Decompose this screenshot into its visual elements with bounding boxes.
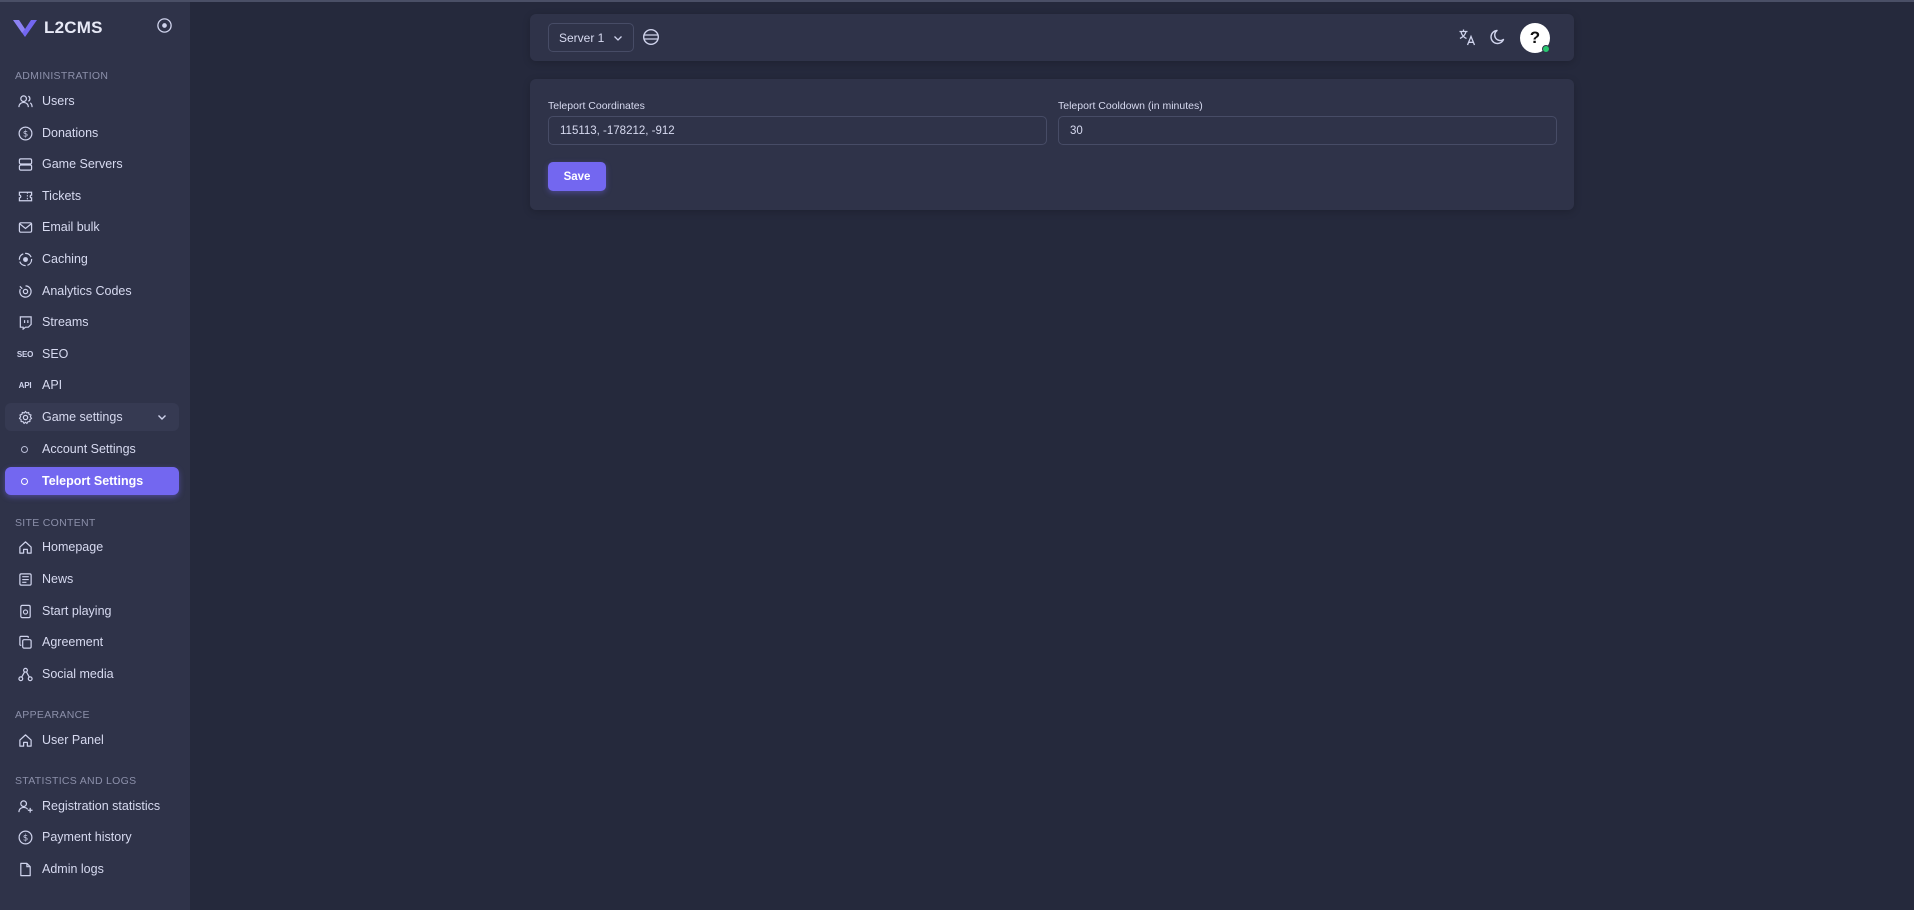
sidebar-item-seo[interactable]: SEO SEO: [5, 340, 179, 368]
gear-icon: [17, 409, 33, 425]
sidebar-item-email-bulk[interactable]: Email bulk: [5, 213, 179, 241]
teleport-settings-card: Teleport Coordinates Teleport Cooldown (…: [530, 79, 1574, 210]
window-top-border: [0, 0, 1914, 2]
server-select-value: Server 1: [559, 30, 605, 45]
sidebar-item-label: API: [42, 378, 63, 392]
section-statistics-logs: STATISTICS AND LOGS: [15, 775, 137, 787]
home-icon: [17, 539, 33, 555]
sidebar-item-label: Agreement: [42, 635, 104, 649]
sidebar-group-game-settings[interactable]: Game settings: [5, 403, 179, 431]
chevron-down-icon: [158, 415, 166, 420]
coordinates-input[interactable]: [548, 116, 1047, 145]
news-icon: [17, 571, 33, 587]
sidebar-item-streams[interactable]: Streams: [5, 308, 179, 336]
sidebar-item-caching[interactable]: Caching: [5, 245, 179, 273]
sidebar-item-label: Tickets: [42, 189, 82, 203]
caching-icon: [17, 251, 33, 267]
sidebar-item-account-settings[interactable]: Account Settings: [5, 435, 179, 463]
sidebar-item-label: Teleport Settings: [42, 474, 144, 488]
sidebar-toggle-icon[interactable]: [156, 17, 173, 34]
dollar-icon: $: [17, 829, 33, 845]
sidebar-item-start-playing[interactable]: Start playing: [5, 597, 179, 625]
globe-icon[interactable]: [642, 28, 660, 46]
sidebar-item-label: Homepage: [42, 540, 104, 554]
avatar-glyph: ?: [1529, 28, 1541, 47]
sidebar-item-label: User Panel: [42, 733, 104, 747]
sidebar-item-label: Donations: [42, 126, 99, 140]
sidebar-item-label: Users: [42, 94, 75, 108]
sidebar-item-label: Payment history: [42, 830, 132, 844]
sidebar-item-label: Streams: [42, 315, 89, 329]
cooldown-label: Teleport Cooldown (in minutes): [1058, 100, 1203, 112]
sidebar-item-label: Game Servers: [42, 157, 123, 171]
sidebar-item-label: Caching: [42, 252, 88, 266]
coordinates-label: Teleport Coordinates: [548, 100, 645, 112]
sidebar-item-registration-statistics[interactable]: Registration statistics: [5, 792, 179, 820]
section-site-content: SITE CONTENT: [15, 517, 96, 529]
sidebar-item-news[interactable]: News: [5, 565, 179, 593]
sidebar-item-homepage[interactable]: Homepage: [5, 533, 179, 561]
moon-icon[interactable]: [1490, 28, 1508, 46]
mail-icon: [17, 219, 33, 235]
sidebar-item-label: Registration statistics: [42, 799, 161, 813]
api-text-icon: API: [18, 380, 32, 390]
sidebar-item-social-media[interactable]: Social media: [5, 660, 179, 688]
brand[interactable]: L2CMS: [12, 16, 103, 40]
section-administration: ADMINISTRATION: [15, 70, 109, 82]
save-button[interactable]: Save: [548, 162, 606, 191]
sidebar-item-teleport-settings[interactable]: Teleport Settings: [5, 467, 179, 495]
user-avatar[interactable]: ?: [1520, 23, 1550, 53]
user-plus-icon: [17, 798, 33, 814]
brand-name: L2CMS: [44, 18, 103, 37]
circle-bullet-icon: [21, 477, 28, 485]
file-icon: [17, 861, 33, 877]
analytics-icon: [17, 283, 33, 299]
home-icon: [17, 732, 33, 748]
sidebar-item-label: Admin logs: [42, 862, 104, 876]
sidebar-item-label: Account Settings: [42, 442, 136, 456]
sidebar-item-agreement[interactable]: Agreement: [5, 628, 179, 656]
seo-text-icon: SEO: [16, 349, 34, 359]
online-status-indicator: [1542, 45, 1550, 53]
sidebar-item-users[interactable]: Users: [5, 87, 179, 115]
ticket-icon: [17, 188, 33, 204]
twitch-icon: [17, 314, 33, 330]
sidebar-item-api[interactable]: API API: [5, 371, 179, 399]
sidebar-item-label: Analytics Codes: [42, 284, 132, 298]
server-icon: [17, 156, 33, 172]
server-select[interactable]: Server 1: [548, 23, 634, 52]
sidebar: L2CMS ADMINISTRATION Users $ Donations G…: [0, 2, 190, 910]
cooldown-input[interactable]: [1058, 116, 1557, 145]
sidebar-item-payment-history[interactable]: $ Payment history: [5, 823, 179, 851]
download-icon: [17, 603, 33, 619]
share-icon: [17, 666, 33, 682]
copy-icon: [17, 634, 33, 650]
sidebar-item-admin-logs[interactable]: Admin logs: [5, 855, 179, 883]
sidebar-item-tickets[interactable]: Tickets: [5, 182, 179, 210]
section-appearance: APPEARANCE: [15, 709, 90, 721]
sidebar-item-donations[interactable]: $ Donations: [5, 119, 179, 147]
dollar-icon: $: [17, 125, 33, 141]
sidebar-item-label: Start playing: [42, 604, 112, 618]
sidebar-item-user-panel[interactable]: User Panel: [5, 726, 179, 754]
svg-text:$: $: [22, 832, 27, 842]
logo-icon: [13, 20, 37, 37]
sidebar-item-label: News: [42, 572, 74, 586]
svg-text:$: $: [22, 128, 27, 138]
sidebar-item-game-servers[interactable]: Game Servers: [5, 150, 179, 178]
chevron-down-icon: [614, 36, 622, 41]
top-navbar: Server 1 ?: [530, 14, 1574, 61]
sidebar-item-label: Email bulk: [42, 220, 100, 234]
sidebar-item-label: SEO: [42, 347, 69, 361]
sidebar-item-analytics-codes[interactable]: Analytics Codes: [5, 277, 179, 305]
translate-icon[interactable]: [1458, 28, 1477, 47]
circle-bullet-icon: [21, 445, 28, 453]
sidebar-item-label: Social media: [42, 667, 114, 681]
users-icon: [17, 93, 33, 109]
sidebar-group-label: Game settings: [42, 410, 123, 424]
